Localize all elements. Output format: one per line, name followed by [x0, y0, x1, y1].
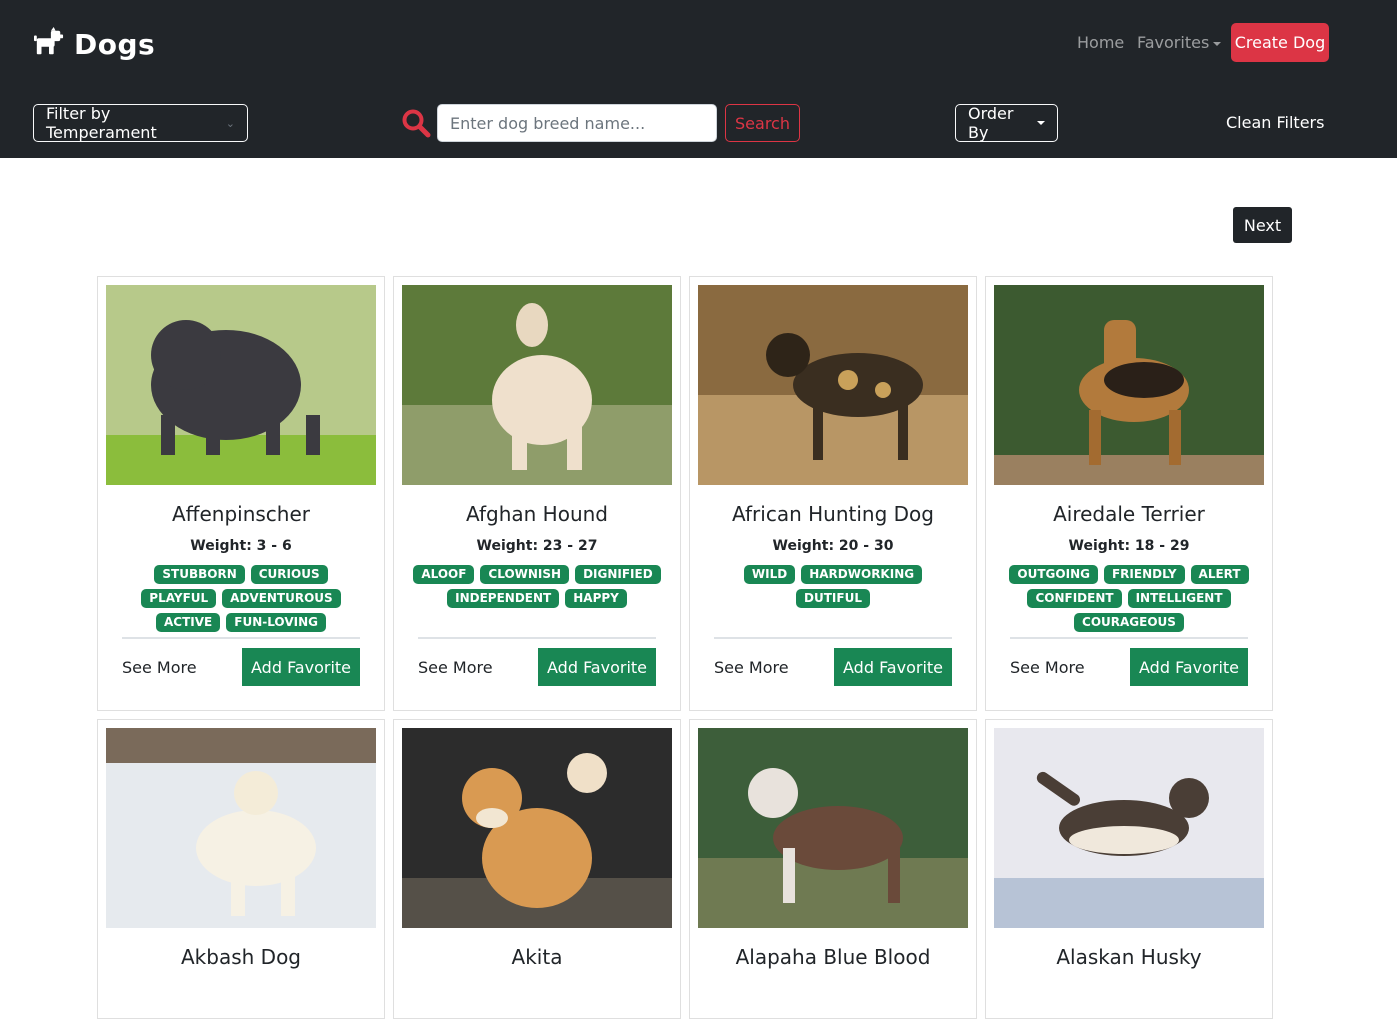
breed-search-input[interactable]	[437, 104, 717, 142]
temperament-badge: ACTIVE	[156, 613, 221, 632]
dog-weight: Weight: 23 - 27	[476, 538, 598, 554]
brand[interactable]: Dogs	[34, 27, 155, 61]
dog-image	[106, 285, 376, 485]
dog-image	[698, 285, 968, 485]
add-favorite-button[interactable]: Add Favorite	[1130, 648, 1248, 686]
temperament-badge: DUTIFUL	[796, 589, 870, 608]
clean-filters-link[interactable]: Clean Filters	[1226, 113, 1324, 132]
dog-name: Afghan Hound	[466, 502, 608, 526]
top-navbar: Dogs Home Favorites Create Dog Filter by…	[0, 0, 1397, 158]
temperament-badges: OUTGOING FRIENDLY ALERT CONFIDENT INTELL…	[1006, 565, 1252, 632]
dog-weight: Weight: 20 - 30	[772, 538, 894, 554]
dog-name: Affenpinscher	[172, 502, 310, 526]
temperament-badge: ADVENTUROUS	[222, 589, 341, 608]
temperament-badge: ALOOF	[413, 565, 475, 584]
temperament-badge: HAPPY	[565, 589, 627, 608]
see-more-link[interactable]: See More	[418, 658, 493, 677]
temperament-badge: INDEPENDENT	[447, 589, 560, 608]
temperament-badge: CLOWNISH	[480, 565, 570, 584]
temperament-badge: OUTGOING	[1009, 565, 1098, 584]
temperament-badge: CURIOUS	[250, 565, 328, 584]
card-divider	[122, 637, 360, 639]
dog-image	[994, 285, 1264, 485]
card-divider	[1010, 637, 1248, 639]
see-more-link[interactable]: See More	[714, 658, 789, 677]
nav-favorites-label: Favorites	[1137, 33, 1210, 52]
chevron-down-icon: ⌄	[225, 116, 235, 130]
dog-name: Alapaha Blue Blood	[735, 945, 931, 969]
dog-card: Affenpinscher Weight: 3 - 6 STUBBORN CUR…	[97, 276, 385, 711]
dog-name: Akita	[511, 945, 563, 969]
dog-card: Airedale Terrier Weight: 18 - 29 OUTGOIN…	[985, 276, 1273, 711]
temperament-badge: PLAYFUL	[141, 589, 217, 608]
temperament-badge: FRIENDLY	[1103, 565, 1185, 584]
add-favorite-button[interactable]: Add Favorite	[834, 648, 952, 686]
order-by-label: Order By	[968, 104, 1014, 142]
temperament-badge: STUBBORN	[154, 565, 245, 584]
search-button[interactable]: Search	[725, 104, 800, 142]
temperament-badge: HARDWORKING	[801, 565, 923, 584]
temperament-filter-label: Filter by Temperament	[46, 104, 157, 142]
brand-title: Dogs	[74, 27, 156, 61]
temperament-badge: FUN-LOVING	[226, 613, 326, 632]
dog-card: Afghan Hound Weight: 23 - 27 ALOOF CLOWN…	[393, 276, 681, 711]
temperament-badge: CONFIDENT	[1027, 589, 1122, 608]
order-by-dropdown[interactable]: Order By	[955, 104, 1058, 142]
dog-image	[994, 728, 1264, 928]
dog-image	[106, 728, 376, 928]
caret-down-icon	[1213, 41, 1222, 46]
dog-card: Akita	[393, 719, 681, 1019]
dog-card: Alapaha Blue Blood	[689, 719, 977, 1019]
temperament-badges: STUBBORN CURIOUS PLAYFUL ADVENTUROUS ACT…	[132, 565, 350, 632]
dog-card: African Hunting Dog Weight: 20 - 30 WILD…	[689, 276, 977, 711]
dog-icon	[34, 27, 64, 61]
temperament-badge: DIGNIFIED	[575, 565, 661, 584]
temperament-badges: ALOOF CLOWNISH DIGNIFIED INDEPENDENT HAP…	[408, 565, 666, 608]
card-divider	[418, 637, 656, 639]
magnifying-glass-icon	[401, 108, 431, 138]
add-favorite-button[interactable]: Add Favorite	[242, 648, 360, 686]
caret-down-icon	[1037, 121, 1045, 125]
dog-card: Akbash Dog	[97, 719, 385, 1019]
dog-weight: Weight: 3 - 6	[190, 538, 292, 554]
dog-name: Akbash Dog	[181, 945, 301, 969]
temperament-badges: WILD HARDWORKING DUTIFUL	[724, 565, 942, 608]
temperament-badge: ALERT	[1190, 565, 1249, 584]
dog-image	[698, 728, 968, 928]
next-page-button[interactable]: Next	[1233, 207, 1292, 243]
temperament-filter-select[interactable]: Filter by Temperament ⌄	[33, 104, 248, 142]
dog-card: Alaskan Husky	[985, 719, 1273, 1019]
nav-home-link[interactable]: Home	[1077, 33, 1124, 52]
see-more-link[interactable]: See More	[1010, 658, 1085, 677]
temperament-badge: WILD	[743, 565, 796, 584]
dog-name: Airedale Terrier	[1053, 502, 1205, 526]
dog-image	[402, 285, 672, 485]
dog-name: African Hunting Dog	[732, 502, 934, 526]
temperament-badge: INTELLIGENT	[1127, 589, 1231, 608]
nav-favorites-dropdown[interactable]: Favorites	[1137, 33, 1222, 52]
dog-weight: Weight: 18 - 29	[1068, 538, 1190, 554]
dog-name: Alaskan Husky	[1056, 945, 1202, 969]
card-divider	[714, 637, 952, 639]
create-dog-button[interactable]: Create Dog	[1231, 23, 1329, 62]
temperament-badge: COURAGEOUS	[1074, 613, 1184, 632]
dog-image	[402, 728, 672, 928]
see-more-link[interactable]: See More	[122, 658, 197, 677]
add-favorite-button[interactable]: Add Favorite	[538, 648, 656, 686]
